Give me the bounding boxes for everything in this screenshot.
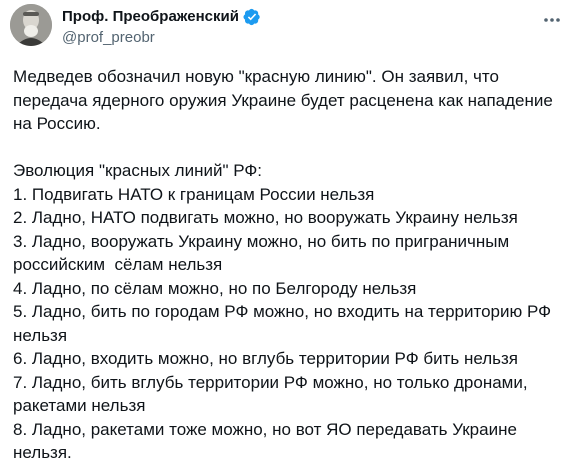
list-item: 8. Ладно, ракетами тоже можно, но вот ЯО… — [13, 419, 522, 463]
avatar[interactable] — [10, 4, 52, 46]
list-item: 3. Ладно, вооружать Украину можно, но би… — [13, 231, 514, 275]
list-item: 2. Ладно, НАТО подвигать можно, но воору… — [13, 208, 518, 227]
tweet-text: Медведев обозначил новую "красную линию"… — [13, 65, 561, 465]
more-horizontal-icon[interactable] — [542, 10, 562, 33]
list-title: Эволюция "красных линий" РФ: — [13, 161, 263, 180]
list-item: 5. Ладно, бить по городам РФ можно, но в… — [13, 302, 556, 345]
verified-badge-icon — [243, 8, 260, 26]
list-item: 6. Ладно, входить можно, но вглубь терри… — [13, 349, 519, 368]
author-display-name[interactable]: Проф. Преображенский — [62, 7, 239, 27]
list-item: 7. Ладно, бить вглубь территории РФ можн… — [13, 372, 533, 416]
list-item: 4. Ладно, по сёлам можно, но по Белгород… — [13, 278, 417, 298]
avatar-portrait-icon — [10, 4, 52, 46]
red-lines-list: 1. Подвигать НАТО к границам России нель… — [13, 183, 561, 465]
author-name-row: Проф. Преображенский — [62, 7, 261, 27]
list-item: 1. Подвигать НАТО к границам России нель… — [13, 184, 375, 204]
author-handle[interactable]: @prof_preobr — [62, 29, 155, 47]
tweet-intro: Медведев обозначил новую "красную линию"… — [13, 67, 558, 133]
